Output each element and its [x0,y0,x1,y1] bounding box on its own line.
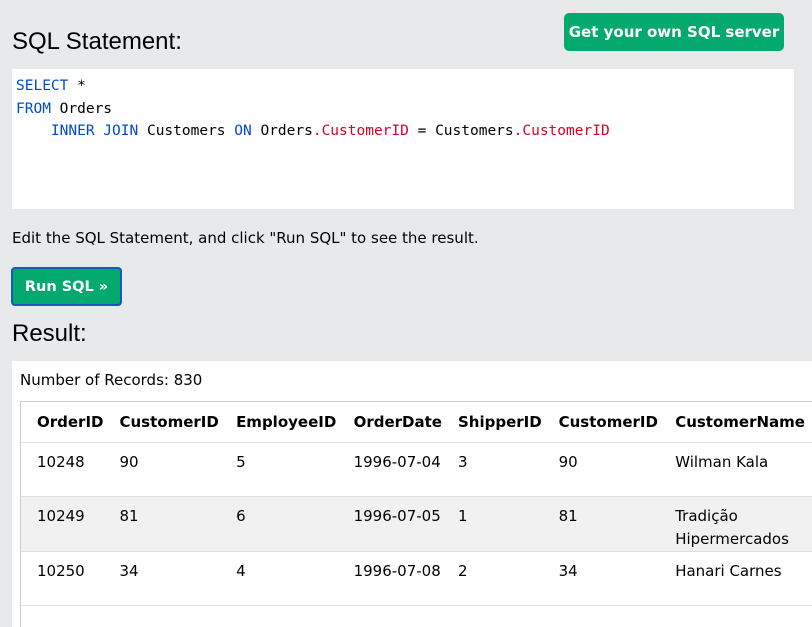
table-cell: 1996-07-04 [345,442,450,497]
sql-keyword: ON [234,123,252,139]
sql-statement-heading: SQL Statement: [12,28,182,55]
sql-editor[interactable]: SELECT * FROM Orders INNER JOIN Customer… [12,69,794,209]
column-header: CustomerName [667,402,812,443]
table-row: 10249 81 6 1996-07-05 1 81 Tradição Hipe… [21,496,812,552]
table-cell: 6 [228,496,346,552]
record-count: Number of Records: 830 [20,371,203,389]
sql-column-ref: .CustomerID [513,123,610,139]
sql-text: Orders [50,100,113,117]
sql-keyword: SELECT [16,78,69,94]
table-cell: 5 [228,442,346,497]
table-cell: 1996-07-05 [345,496,450,552]
sql-keyword: FROM [16,100,51,117]
result-heading: Result: [12,320,87,347]
table-cell: Hanari Carnes [667,551,812,606]
result-panel: Number of Records: 830 OrderID CustomerI… [12,361,812,627]
table-cell: 1 [449,496,551,552]
table-cell: 10249 [21,496,112,552]
result-table-container[interactable]: OrderID CustomerID EmployeeID OrderDate … [20,401,812,627]
column-header: CustomerID [550,402,668,443]
table-cell: 4 [228,551,346,606]
table-cell: 34 [111,551,229,606]
table-cell: 10250 [21,551,112,606]
run-sql-button[interactable]: Run SQL » [11,267,122,306]
sql-text: * [68,78,86,94]
column-header: EmployeeID [228,402,346,443]
table-row: 10248 90 5 1996-07-04 3 90 Wilman Kala [21,442,812,497]
sql-keyword: INNER JOIN [50,123,139,139]
sql-text: = Customers [408,123,514,139]
sql-text: Orders [251,123,313,139]
table-cell: 10248 [21,442,112,497]
table-cell: Wilman Kala [667,442,812,497]
result-table: OrderID CustomerID EmployeeID OrderDate … [21,402,812,606]
table-cell: 1996-07-08 [345,551,450,606]
sql-indent [16,123,51,139]
table-header-row: OrderID CustomerID EmployeeID OrderDate … [21,402,812,443]
instruction-text: Edit the SQL Statement, and click "Run S… [12,229,479,247]
table-cell: 34 [550,551,668,606]
column-header: OrderDate [345,402,450,443]
sql-text: Customers [138,123,235,139]
table-cell: 81 [550,496,668,552]
column-header: ShipperID [449,402,551,443]
get-sql-server-button[interactable]: Get your own SQL server [564,13,784,51]
table-cell: 2 [449,551,551,606]
table-cell: 3 [449,442,551,497]
column-header: OrderID [21,402,112,443]
table-cell: 90 [111,442,229,497]
column-header: CustomerID [111,402,229,443]
sql-column-ref: .CustomerID [312,123,409,139]
table-cell: 81 [111,496,229,552]
table-row: 10250 34 4 1996-07-08 2 34 Hanari Carnes [21,551,812,606]
table-cell: 90 [550,442,668,497]
table-cell: Tradição Hipermercados [667,496,812,552]
